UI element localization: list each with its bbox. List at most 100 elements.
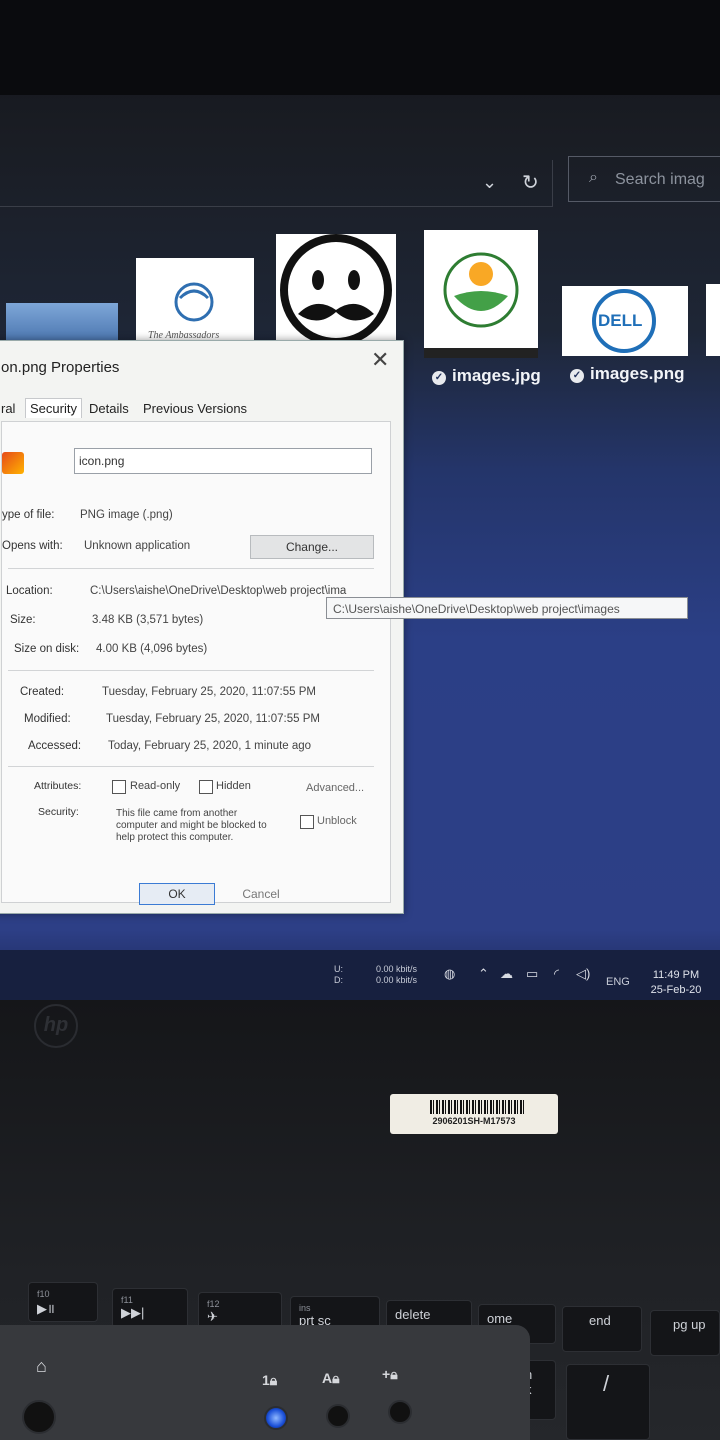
net-down-speed: 0.00 kbit/s — [376, 975, 418, 985]
thumbnail-label-images-png[interactable]: ✓ images.png — [570, 364, 684, 384]
slash-glyph: / — [603, 1371, 610, 1396]
thumbnail-partial[interactable] — [706, 284, 720, 356]
dell-logo-text: DELL — [598, 311, 643, 330]
divider — [8, 670, 374, 671]
key-f11[interactable]: f11 ▶▶| — [112, 1288, 188, 1328]
serial-sticker: 2906201SH-M17573 — [390, 1094, 558, 1134]
unblock-label: Unblock — [317, 815, 357, 827]
check-circle-icon: ✓ — [570, 369, 584, 383]
disk-label: Size on disk: — [14, 643, 80, 655]
dialog-title: on.png Properties — [1, 359, 120, 376]
accessed-value: Today, February 25, 2020, 1 minute ago — [108, 740, 312, 752]
capslock-label: A — [322, 1370, 333, 1386]
location-value: C:\Users\aishe\OneDrive\Desktop\web proj… — [90, 585, 347, 597]
barcode-icon — [430, 1100, 524, 1114]
thumbnail-ambassadors[interactable]: The Ambassadors — [136, 258, 254, 346]
next-track-icon: ▶▶| — [121, 1305, 145, 1320]
scrolllock-indicator-icon: +🔒︎ — [382, 1366, 398, 1382]
search-box[interactable]: ⌕ — [568, 156, 720, 202]
size-label: Size: — [10, 614, 36, 626]
key-f11-label: f11 — [121, 1295, 133, 1305]
system-clock[interactable]: 11:49 PM 25-Feb-20 — [640, 968, 712, 998]
key-delete-label: delete — [395, 1307, 431, 1322]
key-f10-label: f10 — [37, 1289, 50, 1299]
home-icon: ⌂ — [36, 1356, 47, 1376]
security-text: computer and might be blocked to — [116, 820, 267, 831]
chevron-down-icon[interactable]: ⌄ — [482, 172, 497, 193]
opens-value: Unknown application — [84, 540, 191, 552]
net-up-speed: 0.00 kbit/s — [376, 964, 418, 974]
capslock-indicator-icon: A🔒︎ — [322, 1370, 340, 1386]
tab-security[interactable]: Security — [25, 398, 82, 418]
readonly-label: Read-only — [130, 780, 181, 792]
scrolllock-led — [388, 1400, 412, 1424]
filename-field[interactable] — [74, 448, 372, 474]
hidden-label: Hidden — [216, 780, 251, 792]
search-icon: ⌕ — [589, 169, 598, 186]
battery-icon[interactable]: ▭ — [526, 966, 538, 982]
monitor-screen: ⌄ ↻ ⌕ The Ambassadors DELL — [0, 0, 720, 1000]
modified-label: Modified: — [24, 713, 71, 725]
size-value: 3.48 KB (3,571 bytes) — [92, 614, 204, 626]
type-value: PNG image (.png) — [80, 509, 173, 521]
security-text: help protect this computer. — [116, 832, 234, 843]
unblock-checkbox[interactable] — [300, 815, 314, 829]
advanced-button[interactable]: Advanced... — [306, 782, 364, 794]
address-bar[interactable] — [0, 160, 553, 207]
key-f12-label: f12 — [207, 1299, 220, 1309]
drive-u-label: U: — [334, 964, 343, 974]
disk-value: 4.00 KB (4,096 bytes) — [96, 643, 208, 655]
speaker-icon[interactable]: ◁) — [576, 966, 590, 982]
accessed-label: Accessed: — [28, 740, 82, 752]
key-end-label: end — [589, 1313, 611, 1328]
close-icon[interactable]: ✕ — [371, 347, 389, 373]
cloud-icon[interactable]: ☁ — [500, 966, 513, 982]
location-label: Location: — [6, 585, 53, 597]
mustache-face-icon — [280, 234, 392, 342]
readonly-checkbox[interactable] — [112, 780, 126, 794]
thumbnail-label-images-jpg[interactable]: ✓ images.jpg — [432, 366, 541, 386]
numlock-led — [264, 1406, 288, 1430]
tab-previous-versions[interactable]: Previous Versions — [143, 401, 247, 416]
key-end[interactable]: end — [562, 1306, 642, 1352]
created-value: Tuesday, February 25, 2020, 11:07:55 PM — [102, 686, 316, 698]
check-circle-icon: ✓ — [432, 371, 446, 385]
key-f10[interactable]: f10 ▶॥ — [28, 1282, 98, 1322]
key-ins-label: ins — [299, 1303, 311, 1313]
wifi-icon[interactable]: ◜ — [554, 966, 559, 982]
play-pause-icon: ▶॥ — [37, 1301, 55, 1316]
capslock-led — [326, 1404, 350, 1428]
numlock-label: 1 — [262, 1372, 270, 1388]
globe-icon[interactable]: ◍ — [444, 966, 455, 982]
ok-button[interactable]: OK — [139, 883, 215, 905]
cancel-button[interactable]: Cancel — [223, 883, 299, 905]
key-slash[interactable]: / — [566, 1364, 650, 1440]
key-pgup-label: pg up — [673, 1317, 706, 1332]
clock-date: 25-Feb-20 — [650, 984, 702, 996]
power-button[interactable] — [22, 1400, 56, 1434]
thumbnail-dell[interactable]: DELL — [562, 286, 688, 356]
security-label: Security: — [38, 806, 79, 818]
key-pgup[interactable]: pg up — [650, 1310, 720, 1356]
thumbnail-images-jpg[interactable] — [424, 230, 538, 358]
numlock-indicator-icon: 1🔒︎ — [262, 1372, 278, 1388]
change-button[interactable]: Change... — [250, 535, 374, 559]
tab-details[interactable]: Details — [89, 401, 129, 416]
chevron-up-icon[interactable]: ⌃ — [478, 966, 489, 982]
refresh-icon[interactable]: ↻ — [522, 170, 539, 195]
general-panel: ype of file: PNG image (.png) Opens with… — [1, 421, 391, 903]
divider — [8, 568, 374, 569]
security-text: This file came from another — [116, 808, 238, 819]
language-indicator[interactable]: ENG — [606, 977, 630, 988]
search-input[interactable] — [613, 167, 720, 193]
type-label: ype of file: — [2, 509, 55, 521]
thumbnail-mustache[interactable] — [276, 234, 396, 342]
screen-top-glare — [0, 0, 720, 95]
taskbar: U: D: 0.00 kbit/s 0.00 kbit/s ◍ ⌃ ☁ ▭ ◜ … — [0, 950, 720, 1000]
airplane-icon: ✈ — [207, 1309, 218, 1324]
created-label: Created: — [20, 686, 65, 698]
serial-number: 2906201SH-M17573 — [432, 1116, 516, 1126]
hp-logo-icon: hp — [34, 1004, 78, 1048]
hidden-checkbox[interactable] — [199, 780, 213, 794]
tab-general[interactable]: ral — [1, 401, 15, 416]
